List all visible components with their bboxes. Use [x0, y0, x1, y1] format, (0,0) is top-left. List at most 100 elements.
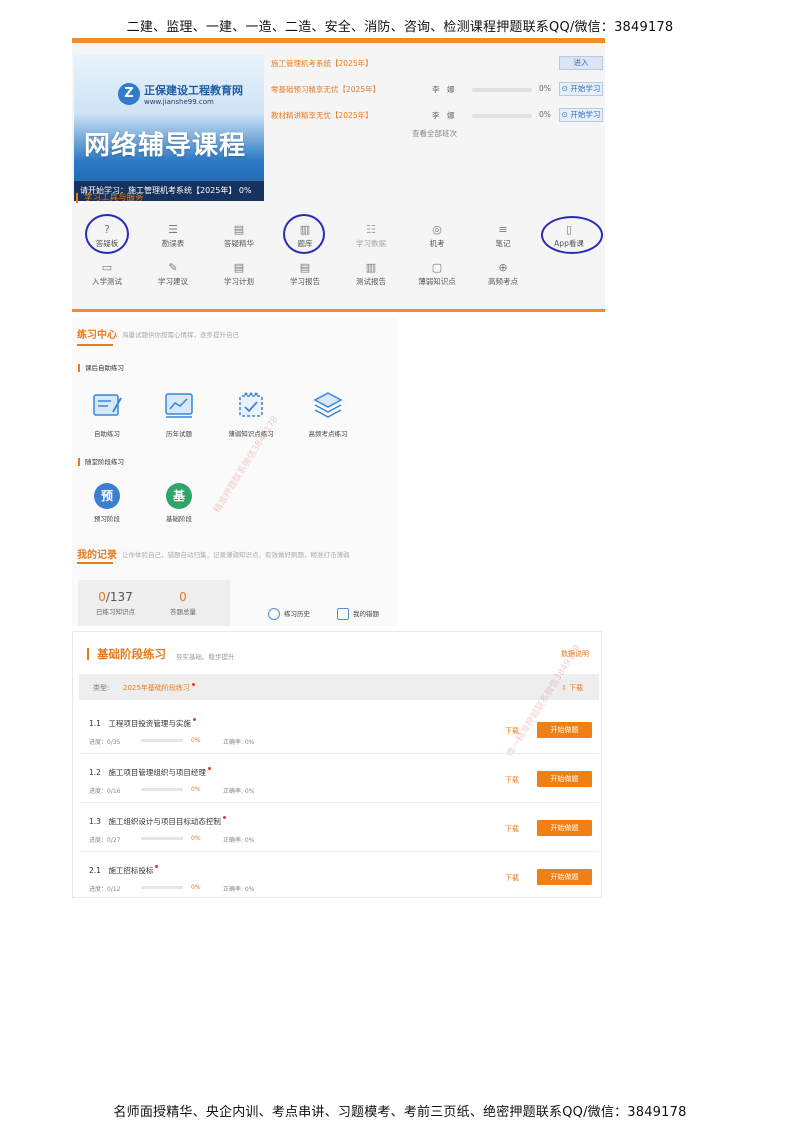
page-footer-text: 名师面授精华、央企内训、考点串讲、习题模考、考前三页纸、绝密押题联系QQ/微信：… [113, 1105, 687, 1120]
brand-name: 正保建设工程教育网 [144, 84, 243, 97]
title-underline [77, 562, 113, 564]
type-label: 类型: [93, 684, 110, 692]
basic-stage-title: 基础阶段练习 [87, 648, 166, 660]
lesson-title[interactable]: 2.1 施工招标投标 [89, 865, 159, 876]
my-records-title: 我的记录 [77, 550, 117, 561]
practice-history-link[interactable]: 练习历史 [268, 608, 310, 620]
monitor-icon: ▭ [101, 261, 113, 274]
tool-test-report[interactable]: ▥ 测试报告 [341, 260, 401, 296]
tool-weak-points[interactable]: ▢ 薄弱知识点 [407, 260, 467, 296]
start-learning-button[interactable]: ⊙ 开始学习 [559, 108, 603, 122]
course-overview-panel: Z 正保建设工程教育网 www.jianshe99.com 网络辅导课程 请开始… [72, 38, 605, 312]
my-wrong-questions-link[interactable]: 我的错题 [337, 608, 379, 620]
practice-label: 自助练习 [94, 430, 120, 438]
practice-center-subtitle: 海量试题供你按需心情挥，逐步提升自己 [122, 331, 239, 339]
past-exam-item[interactable]: 历年试题 [144, 390, 214, 438]
lesson-download-link[interactable]: 下载 [505, 775, 519, 785]
course-name[interactable]: 零基础预习精享无忧【2025年】 [271, 84, 380, 95]
practice-center-panel: 练习中心 海量试题供你按需心情挥，逐步提升自己 课后自助练习 自助练习 历年试题… [72, 318, 398, 626]
lesson-download-link[interactable]: 下载 [505, 824, 519, 834]
self-practice-icon [93, 394, 122, 416]
tool-entrance-test[interactable]: ▭ 入学测试 [77, 260, 137, 296]
course-name[interactable]: 施工管理机考系统【2025年】 [271, 58, 373, 69]
tool-notes[interactable]: ≡ 笔记 [473, 222, 533, 258]
course-percent: 0% [539, 84, 551, 93]
link-label: 练习历史 [284, 610, 310, 618]
tool-label: 学习报告 [290, 277, 320, 286]
lesson-progress: 进度：0/12 [89, 886, 121, 893]
lesson-title[interactable]: 1.2 施工项目管理组织与项目经理 [89, 767, 211, 778]
weak-point-icon: ▢ [431, 261, 443, 274]
practice-label: 薄弱知识点练习 [228, 430, 274, 438]
lesson-title[interactable]: 1.3 施工组织设计与项目目标动态控制 [89, 816, 226, 827]
practiced-points-stat: 0/137 已练习知识点 [96, 590, 135, 616]
download-all-button[interactable]: ⇩ 下载 [561, 683, 583, 693]
course-row: 教材精讲精享无忧【2025年】 李 娜 0% ⊙ 开始学习 [269, 104, 605, 130]
course-name[interactable]: 教材精讲精享无忧【2025年】 [271, 110, 373, 121]
exam-icon: ◎ [432, 223, 442, 236]
start-exercise-button[interactable]: 开始做题 [537, 820, 592, 836]
start-learning-button[interactable]: ⊙ 开始学习 [559, 82, 603, 96]
type-value[interactable]: 2025年基础阶段练习 [123, 683, 195, 693]
self-practice-item[interactable]: 自助练习 [72, 390, 142, 438]
start-exercise-button[interactable]: 开始做题 [537, 869, 592, 885]
view-all-classes-link[interactable]: 查看全部班次 [412, 128, 457, 139]
lesson-progress: 进度：0/35 [89, 739, 121, 746]
stat-value: 0 [98, 590, 106, 604]
start-exercise-button[interactable]: 开始做题 [537, 771, 592, 787]
plan-icon: ▤ [233, 261, 245, 274]
lesson-accuracy: 正确率: 0% [223, 739, 255, 746]
tool-label: 答疑精华 [224, 239, 254, 248]
tool-label: 机考 [429, 239, 445, 248]
tool-errata[interactable]: ☰ 勘误表 [143, 222, 203, 258]
practice-label: 高频考点练习 [308, 430, 348, 438]
course-progress-bar [472, 88, 532, 92]
lesson-progress-bar [141, 739, 183, 742]
tool-computer-exam[interactable]: ◎ 机考 [407, 222, 467, 258]
frequent-point-practice-item[interactable]: 高频考点练习 [293, 390, 363, 438]
past-exam-icon [165, 393, 193, 418]
lesson-download-link[interactable]: 下载 [505, 873, 519, 883]
highlight-circle [283, 214, 325, 254]
tool-label: 学习数据 [356, 239, 386, 248]
tool-qa-essence[interactable]: ▤ 答疑精华 [209, 222, 269, 258]
tool-label: 测试报告 [356, 277, 386, 286]
tool-study-report[interactable]: ▤ 学习报告 [275, 260, 335, 296]
enter-button[interactable]: 进入 [559, 56, 603, 70]
chart-icon: ▥ [365, 261, 377, 274]
lesson-progress: 进度：0/27 [89, 837, 121, 844]
page-header-text: 二建、监理、一建、一造、二造、安全、消防、咨询、检测课程押题联系QQ/微信：38… [126, 20, 674, 35]
course-row: 施工管理机考系统【2025年】 进入 [269, 52, 605, 78]
edit-icon: ✎ [168, 261, 178, 274]
stat-total: /137 [105, 590, 133, 604]
tool-study-data[interactable]: ☷ 学习数据 [341, 222, 401, 258]
tool-label: 入学测试 [92, 277, 122, 286]
start-exercise-button[interactable]: 开始做题 [537, 722, 592, 738]
tool-study-advice[interactable]: ✎ 学习建议 [143, 260, 203, 296]
bottom-accent-bar [72, 309, 605, 312]
lesson-percent: 0% [191, 884, 201, 891]
preview-stage-item[interactable]: 预 预习阶段 [72, 483, 142, 523]
brand-logo-icon: Z [118, 83, 140, 105]
tool-label: 笔记 [495, 239, 511, 248]
lesson-download-link[interactable]: 下载 [505, 726, 519, 736]
lesson-row: 1.3 施工组织设计与项目目标动态控制 进度：0/27 0% 正确率: 0% 下… [79, 804, 599, 852]
tool-frequent-points[interactable]: ⊕ 高频考点 [473, 260, 533, 296]
stat-label: 已练习知识点 [96, 608, 135, 616]
answer-total-stat: 0 答题总量 [170, 590, 196, 616]
target-icon: ⊕ [498, 261, 508, 274]
basic-stage-item[interactable]: 基 基础阶段 [144, 483, 214, 523]
highlight-circle [85, 214, 129, 254]
course-banner[interactable]: Z 正保建设工程教育网 www.jianshe99.com 网络辅导课程 请开始… [74, 55, 264, 201]
basic-stage-icon: 基 [166, 483, 192, 509]
stage-label: 基础阶段 [166, 515, 192, 523]
course-progress-bar [472, 114, 532, 118]
basic-stage-subtitle: 夯实基础、稳步提升 [176, 653, 235, 661]
data-icon: ☷ [366, 223, 376, 236]
lesson-title[interactable]: 1.1 工程项目投资管理与实施 [89, 718, 196, 729]
tool-study-plan[interactable]: ▤ 学习计划 [209, 260, 269, 296]
section-title: 随堂阶段练习 [78, 458, 124, 466]
course-row: 零基础预习精享无忧【2025年】 李 娜 0% ⊙ 开始学习 [269, 78, 605, 104]
practice-center-title: 练习中心 [77, 330, 117, 341]
weak-point-practice-item[interactable]: 薄弱知识点练习 [216, 390, 286, 438]
